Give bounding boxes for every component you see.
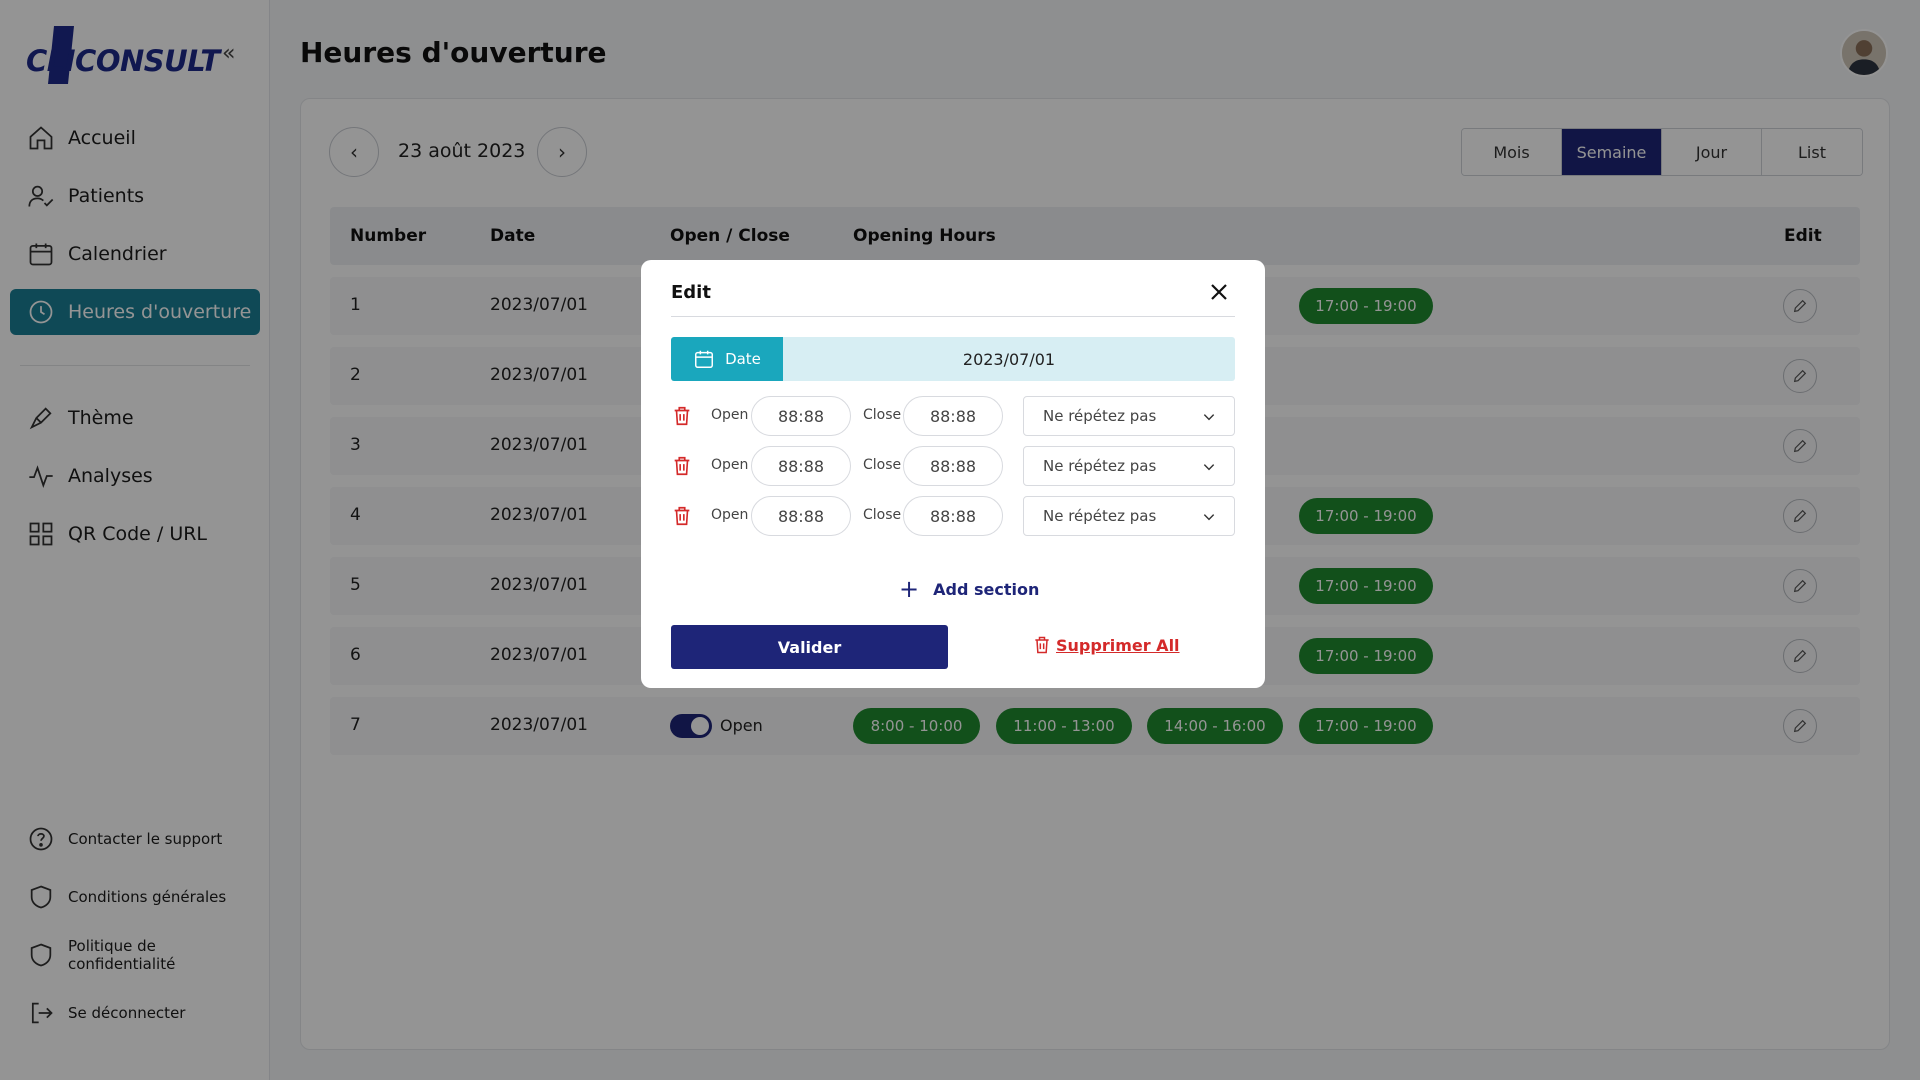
date-value: 2023/07/01 (783, 337, 1235, 381)
time-slot: Open 88:88 Close 88:88 Ne répétez pas (671, 496, 1235, 536)
edit-modal: Edit Date 2023/07/01 Open 88:88 Close 88… (641, 260, 1265, 688)
repeat-select-value: Ne répétez pas (1043, 407, 1157, 425)
add-section-button[interactable]: + Add section (899, 575, 1040, 603)
repeat-select-value: Ne répétez pas (1043, 457, 1157, 475)
date-field[interactable]: Date 2023/07/01 (671, 337, 1235, 381)
trash-icon[interactable] (671, 505, 693, 527)
repeat-select[interactable]: Ne répétez pas (1023, 396, 1235, 436)
close-time-input[interactable]: 88:88 (903, 446, 1003, 486)
calendar-icon (695, 350, 714, 368)
delete-all-button[interactable]: Supprimer All (1032, 635, 1180, 655)
open-time-input[interactable]: 88:88 (751, 396, 851, 436)
open-time-input[interactable]: 88:88 (751, 446, 851, 486)
submit-button[interactable]: Valider (671, 625, 948, 669)
close-label: Close (863, 507, 902, 523)
repeat-select[interactable]: Ne répétez pas (1023, 496, 1235, 536)
trash-icon[interactable] (671, 405, 693, 427)
chevron-down-icon (1203, 514, 1215, 521)
open-label: Open (711, 457, 749, 473)
modal-divider (671, 316, 1235, 317)
repeat-select-value: Ne répétez pas (1043, 507, 1157, 525)
open-time-input[interactable]: 88:88 (751, 496, 851, 536)
close-label: Close (863, 457, 902, 473)
add-section-label: Add section (933, 579, 1040, 599)
plus-icon: + (899, 575, 920, 603)
chevron-down-icon (1203, 414, 1215, 421)
date-tag: Date (671, 337, 783, 381)
close-time-input[interactable]: 88:88 (903, 396, 1003, 436)
delete-all-label: Supprimer All (1056, 635, 1180, 655)
date-tag-label: Date (725, 350, 761, 368)
trash-icon[interactable] (671, 455, 693, 477)
time-slot: Open 88:88 Close 88:88 Ne répétez pas (671, 396, 1235, 436)
trash-icon (1035, 636, 1049, 654)
open-label: Open (711, 507, 749, 523)
repeat-select[interactable]: Ne répétez pas (1023, 446, 1235, 486)
close-label: Close (863, 407, 902, 423)
close-icon[interactable] (1207, 280, 1231, 304)
time-slot: Open 88:88 Close 88:88 Ne répétez pas (671, 446, 1235, 486)
close-time-input[interactable]: 88:88 (903, 496, 1003, 536)
open-label: Open (711, 407, 749, 423)
modal-title: Edit (671, 282, 711, 303)
chevron-down-icon (1203, 464, 1215, 471)
